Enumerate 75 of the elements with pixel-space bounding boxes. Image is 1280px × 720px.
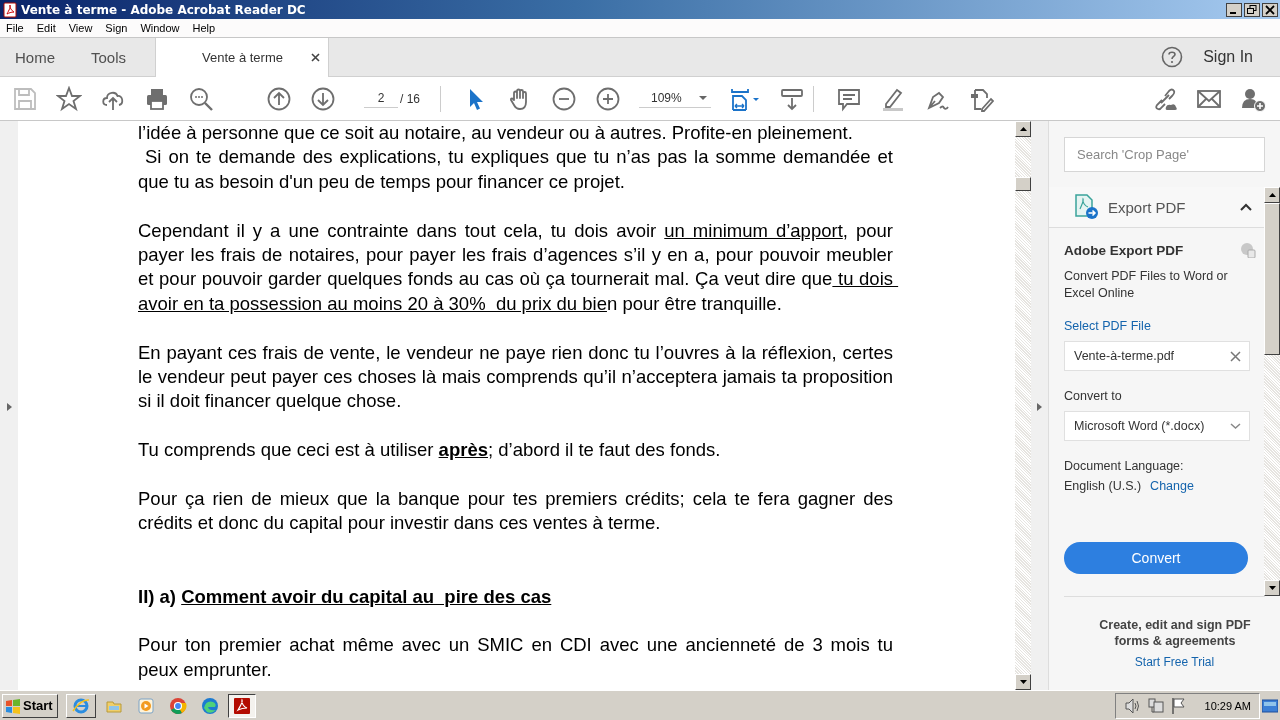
export-pdf-icon [1074, 194, 1099, 220]
change-link[interactable]: Change [1150, 479, 1194, 493]
menu-item[interactable]: Sign [105, 22, 128, 34]
speaker-icon[interactable] [1123, 696, 1141, 715]
scroll-down-button[interactable] [1264, 580, 1280, 596]
paragraph: Tu comprends que ceci est à utiliser après; d’abord il te faut des fonds. [138, 438, 722, 463]
language-value: English (U.S.) [1064, 479, 1142, 493]
field-label: Document Language: [1064, 459, 1185, 473]
field-label: Convert to [1064, 389, 1123, 403]
scroll-up-button[interactable] [1015, 121, 1031, 137]
tab[interactable]: Vente à terme [155, 38, 330, 77]
acrobat-icon [232, 696, 251, 715]
scroll-thumb[interactable] [1264, 203, 1280, 355]
panel-heading: Adobe Export PDF [1064, 242, 1184, 258]
page-count: / 16 [400, 91, 420, 106]
show-desktop-icon[interactable] [1262, 696, 1278, 715]
zoom-out-icon[interactable] [551, 85, 577, 112]
clear-icon[interactable] [1230, 350, 1241, 362]
taskbar-app[interactable] [227, 693, 256, 718]
promo-text: Create, edit and sign PDF forms & agreements [1098, 617, 1252, 649]
sign-in-link[interactable]: Sign In [1203, 48, 1253, 66]
triangle-down-icon [1019, 680, 1027, 684]
convert-button[interactable]: Convert [1064, 542, 1248, 574]
minimize-button[interactable] [1226, 2, 1242, 17]
paragraph: Cependant il y a une contrainte dans tout cela, tu dois avoir un minimum d’apport, pour payer les frais de notaires, pour payer les frais d’agences s’il y en a, pour pouvoir meubler et pour pouvoir garder quelques fonds au cas où ça tournerait mal. Ça veut dire que tu dois avoir en ta possession au moins 20 à 30% du prix du bien pour être tranquille. [138, 218, 893, 316]
chevron-down-icon [1230, 423, 1241, 429]
description: Convert PDF Files to Word or Excel Online [1064, 268, 1229, 302]
paragraph: Pour ton premier achat même avec un SMIC en CDI avec une ancienneté de 3 mois tu peux emprunter. [138, 633, 893, 682]
paragraph: l’idée à personne que ce soit au notaire, au vendeur ou à autres. Profite-en pleinement. [138, 121, 854, 145]
clock: 10:29 AM [1204, 699, 1251, 712]
search-field[interactable]: Search 'Crop Page' [1064, 137, 1265, 172]
zoom-search-icon[interactable] [188, 85, 214, 112]
triangle-up-icon [1268, 193, 1276, 197]
star-icon[interactable] [56, 85, 82, 112]
format-dropdown[interactable]: Microsoft Word (*.docx) [1064, 411, 1250, 441]
start-trial-link[interactable]: Start Free Trial [1064, 655, 1265, 669]
section-heading: II) a) Comment avoir du capital au pire des cas [138, 584, 553, 609]
scroll-thumb[interactable] [1015, 177, 1031, 191]
triangle-down-icon [1268, 586, 1276, 590]
window-title: Vente à terme - Adobe Acrobat Reader DC [21, 2, 306, 17]
start-button[interactable]: Start [2, 693, 58, 718]
paragraph: En payant ces frais de vente, le vendeur ne paye rien donc tu l’ouvres à la réflexion, certes le vendeur peut payer ces choses là mais comprends qu’il n’acceptera jamais ta proposition si il doit financer quelque chose. [138, 340, 893, 414]
zoom-in-icon[interactable] [595, 85, 621, 112]
scroll-up-button[interactable] [1264, 187, 1280, 203]
page-up-icon[interactable] [266, 85, 292, 112]
menu-item[interactable]: View [68, 22, 93, 34]
zoom-dropdown[interactable]: 109% [639, 89, 711, 108]
help-icon[interactable] [1161, 46, 1184, 68]
triangle-up-icon [1019, 127, 1027, 131]
internet-explorer-icon [71, 696, 90, 715]
expand-arrow-icon[interactable] [1037, 402, 1042, 411]
chrome-icon [168, 696, 187, 715]
close-icon[interactable] [311, 53, 321, 62]
tab[interactable]: Home [0, 38, 76, 76]
file-field[interactable]: Vente-à-terme.pdf [1064, 341, 1250, 371]
expand-arrow-icon[interactable] [6, 402, 12, 411]
menu-item[interactable]: Help [192, 22, 216, 34]
media-player-icon [136, 696, 155, 715]
flag-icon[interactable] [1169, 696, 1187, 715]
restore-button[interactable] [1244, 2, 1260, 17]
paragraph: Pour ça rien de mieux que la banque pour tes premiers crédits; cela te fera gagner des crédits et donc du capital pour investir dans ces ventes à terme. [138, 487, 893, 536]
caret-icon [699, 96, 707, 100]
edge-icon [200, 696, 219, 715]
menu-item[interactable]: Window [140, 22, 180, 34]
paragraph: Si on te demande des explications, tu expliques que tu n’as pas la somme demandée et que tu as besoin d'un peu de temps pour financer ce projet. [138, 145, 893, 194]
windows-logo-icon [5, 697, 21, 714]
page-number-field[interactable]: 2 [364, 89, 398, 108]
scroll-down-button[interactable] [1015, 674, 1031, 690]
menu-item[interactable]: File [6, 22, 24, 34]
select-file-link[interactable]: Select PDF File [1064, 319, 1264, 333]
close-button[interactable] [1262, 2, 1278, 17]
menu-item[interactable]: Edit [36, 22, 56, 34]
network-icon[interactable] [1146, 696, 1164, 715]
tab[interactable]: Tools [76, 38, 142, 76]
page-down-icon[interactable] [310, 85, 336, 112]
